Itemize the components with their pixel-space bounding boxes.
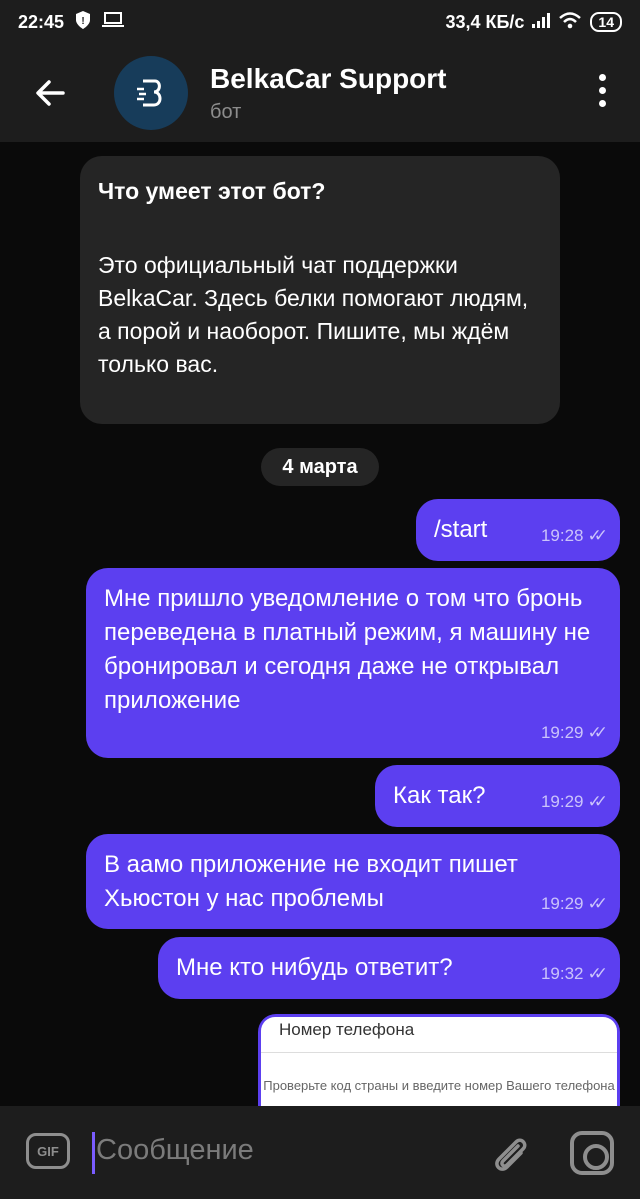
message-time: 19:32 (540, 964, 584, 983)
signal-icon (532, 12, 551, 33)
double-check-icon: ✓✓ (587, 526, 608, 545)
svg-text:!: ! (81, 16, 84, 27)
chat-header: BelkaCar Support бот (0, 44, 640, 142)
image-field-label: Номер телефона (261, 1017, 617, 1053)
arrow-left-icon (36, 80, 65, 106)
screenshot-image: Номер телефона Проверьте код страны и вв… (261, 1017, 617, 1106)
back-button[interactable] (0, 44, 100, 142)
status-bar: 22:45 ! 33,4 КБ/с 14 (0, 0, 640, 44)
message-bubble[interactable]: Мне кто нибудь ответит? 19:32 ✓✓ (158, 937, 620, 999)
attach-button[interactable] (488, 1132, 532, 1181)
message-bubble[interactable]: Мне пришло уведомление о том что бронь п… (86, 568, 620, 758)
bot-info-card: Что умеет этот бот? Это официальный чат … (80, 156, 560, 424)
date-separator: 4 марта (261, 448, 379, 486)
message-input[interactable]: Сообщение (96, 1134, 254, 1167)
belkacar-logo-icon (137, 79, 162, 107)
camera-button[interactable] (570, 1131, 614, 1175)
chat-area[interactable]: Что умеет этот бот? Это официальный чат … (0, 142, 640, 1106)
message-time: 19:29 (540, 894, 584, 913)
more-vertical-icon (598, 74, 606, 81)
message-bubble[interactable]: /start 19:28 ✓✓ (416, 499, 620, 561)
bot-info-title: Что умеет этот бот? (98, 178, 326, 204)
image-hint-text: Проверьте код страны и введите номер Ваш… (263, 1078, 615, 1093)
text-cursor (92, 1132, 95, 1174)
avatar[interactable] (114, 56, 188, 130)
double-check-icon: ✓✓ (587, 964, 608, 983)
message-time: 19:28 (540, 526, 584, 545)
message-text: Мне кто нибудь ответит? (176, 954, 453, 981)
network-speed: 33,4 КБ/с (445, 11, 525, 32)
image-message[interactable]: Номер телефона Проверьте код страны и вв… (258, 1014, 620, 1106)
double-check-icon: ✓✓ (587, 894, 608, 913)
paperclip-icon (495, 1138, 527, 1171)
message-bubble[interactable]: В аамо приложение не входит пишет Хьюсто… (86, 834, 620, 929)
shield-icon: ! (74, 10, 92, 35)
laptop-icon (102, 11, 125, 33)
status-time: 22:45 (18, 11, 65, 32)
double-check-icon: ✓✓ (587, 723, 608, 742)
wifi-icon (558, 11, 582, 34)
chat-title: BelkaCar Support (210, 62, 447, 94)
chat-title-block[interactable]: BelkaCar Support бот (210, 63, 447, 124)
message-bubble[interactable]: Как так? 19:29 ✓✓ (375, 765, 620, 827)
more-menu-button[interactable] (592, 74, 612, 107)
battery-icon: 14 (590, 12, 622, 32)
message-input-bar: GIF Сообщение (0, 1106, 640, 1199)
bot-info-text: Это официальный чат поддержки BelkaCar. … (98, 252, 529, 377)
message-text: Мне пришло уведомление о том что бронь п… (104, 585, 591, 714)
message-time: 19:29 (540, 792, 584, 811)
message-text: В аамо приложение не входит пишет Хьюсто… (104, 851, 518, 912)
double-check-icon: ✓✓ (587, 792, 608, 811)
gif-button[interactable]: GIF (26, 1133, 70, 1169)
message-time: 19:29 (540, 723, 584, 742)
chat-subtitle: бот (210, 100, 242, 123)
